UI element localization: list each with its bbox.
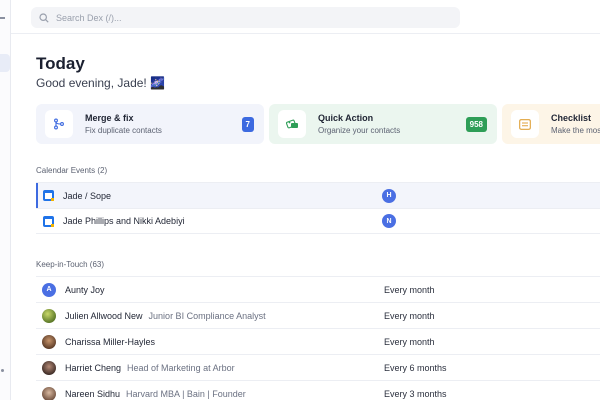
contact-row[interactable]: Julien Allwood New Junior BI Compliance … (36, 302, 600, 328)
contact-row[interactable]: Harriet Cheng Head of Marketing at Arbor… (36, 354, 600, 380)
merge-fix-card[interactable]: Merge & fix Fix duplicate contacts 7 (36, 104, 264, 144)
avatar: A (42, 282, 56, 297)
calendar-event-row[interactable]: Jade / Sope H (36, 182, 600, 208)
calendar-section-header: Calendar Events (2) (36, 166, 108, 175)
contact-row[interactable]: Nareen Sidhu Harvard MBA | Bain | Founde… (36, 380, 600, 400)
contact-name: Julien Allwood New (65, 310, 143, 321)
attendee-avatar[interactable]: H (382, 188, 396, 203)
avatar (42, 334, 56, 349)
contact-title: Head of Marketing at Arbor (127, 362, 235, 373)
avatar (42, 308, 56, 323)
app-window: Today Good evening, Jade! 🌌 Merge & fix … (0, 0, 600, 400)
event-name: Jade / Sope (63, 190, 112, 201)
top-bar (11, 0, 600, 34)
checklist-card[interactable]: Checklist Make the most (502, 104, 600, 144)
merge-icon (45, 110, 73, 138)
sidebar-rail (0, 0, 11, 400)
frequency-label[interactable]: Every 3 months (384, 389, 447, 399)
frequency-label[interactable]: Every month (384, 311, 435, 321)
quick-action-card[interactable]: Quick Action Organize your contacts 958 (269, 104, 497, 144)
contact-name: Harriet Cheng (65, 362, 122, 373)
selection-indicator (36, 183, 38, 208)
card-title: Checklist (551, 113, 592, 123)
count-badge: 7 (241, 116, 254, 132)
search-input[interactable] (56, 12, 436, 23)
event-name: Jade Phillips and Nikki Adebiyi (63, 216, 185, 226)
count-badge: 958 (465, 116, 487, 132)
sidebar-item-today[interactable] (0, 54, 10, 72)
avatar (42, 360, 56, 375)
card-title: Merge & fix (85, 113, 134, 123)
google-calendar-icon (43, 215, 54, 227)
search-box[interactable] (31, 7, 460, 28)
sidebar-toggle[interactable] (0, 17, 5, 19)
card-title: Quick Action (318, 113, 374, 123)
contact-name: Charissa Miller-Hayles (65, 336, 156, 347)
page-title: Today (36, 54, 85, 73)
search-icon (37, 11, 51, 25)
contact-row[interactable]: Charissa Miller-Hayles Every month (36, 328, 600, 354)
frequency-label[interactable]: Every month (384, 285, 435, 295)
contact-title: Junior BI Compliance Analyst (148, 310, 266, 321)
contact-name: Nareen Sidhu (65, 388, 121, 399)
contact-name: Aunty Joy (65, 284, 105, 295)
card-subtitle: Fix duplicate contacts (85, 126, 162, 135)
avatar (42, 386, 56, 400)
tag-icon (278, 110, 306, 138)
attendee-avatar[interactable]: N (382, 214, 396, 228)
sidebar-more-icon[interactable] (1, 369, 4, 372)
card-subtitle: Make the most (551, 126, 600, 135)
frequency-label[interactable]: Every 6 months (384, 363, 447, 373)
contact-row[interactable]: A Aunty Joy Every month (36, 276, 600, 302)
frequency-label[interactable]: Every month (384, 337, 435, 347)
google-calendar-icon (43, 190, 54, 201)
contact-title: Harvard MBA | Bain | Founder (126, 388, 246, 399)
keep-in-touch-section-header: Keep-in-Touch (63) (36, 260, 105, 269)
calendar-event-row[interactable]: Jade Phillips and Nikki Adebiyi N (36, 208, 600, 234)
checklist-icon (511, 110, 539, 138)
main-content: Today Good evening, Jade! 🌌 Merge & fix … (11, 34, 600, 400)
greeting-text: Good evening, Jade! 🌌 (36, 76, 166, 90)
card-subtitle: Organize your contacts (318, 126, 401, 135)
